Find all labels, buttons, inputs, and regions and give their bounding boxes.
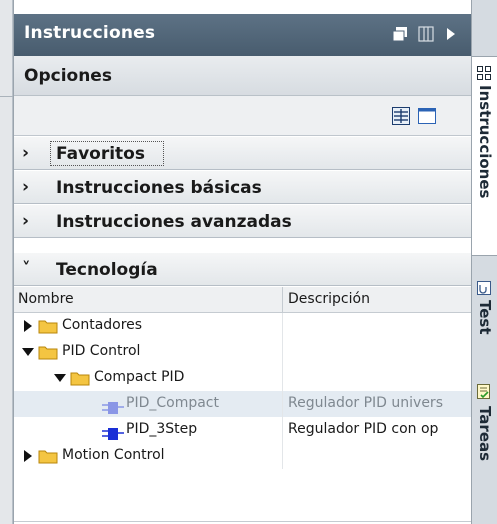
column-separator (282, 391, 283, 417)
list-bottom-divider (14, 521, 472, 522)
options-toolbar (14, 96, 472, 136)
collapse-panel-icon[interactable] (444, 26, 458, 46)
options-label: Opciones (24, 66, 112, 86)
row-description: Regulador PID univers (288, 395, 443, 411)
column-header-name[interactable]: Nombre (18, 291, 74, 307)
chevron-down-icon: ˅ (22, 259, 31, 279)
instructions-panel: Instrucciones Opciones › Favoritos › Ins… (13, 0, 472, 524)
tree-row-pid-3step[interactable]: PID_3Step Regulador PID con op (14, 417, 472, 443)
accordion-label: Instrucciones básicas (56, 178, 262, 198)
folder-icon (38, 318, 58, 334)
accordion-label: Instrucciones avanzadas (56, 212, 292, 232)
column-separator[interactable] (282, 287, 283, 313)
instruction-block-icon (102, 399, 124, 418)
panel-titlebar: Instrucciones (14, 14, 472, 56)
instruction-block-icon (102, 425, 124, 444)
accordion-favoritos[interactable]: › Favoritos (14, 137, 472, 170)
row-name: Motion Control (62, 447, 165, 463)
accordion-instrucciones-basicas[interactable]: › Instrucciones básicas (14, 171, 472, 204)
tree-row-contadores[interactable]: Contadores (14, 313, 472, 339)
expand-arrow-icon[interactable] (24, 320, 32, 332)
side-tab-label: Tareas (476, 406, 494, 462)
chevron-right-icon: › (22, 177, 30, 197)
gutter-divider (0, 96, 13, 97)
tree-row-compact-pid[interactable]: Compact PID (14, 365, 472, 391)
chevron-right-icon: › (22, 211, 30, 231)
float-window-icon[interactable] (392, 26, 408, 46)
columns-view-icon[interactable] (392, 107, 410, 125)
tasks-icon (477, 384, 491, 404)
options-section-header[interactable]: Opciones (14, 56, 472, 96)
row-name: PID_3Step (126, 421, 198, 437)
collapse-arrow-icon[interactable] (22, 348, 34, 356)
row-name: PID_Compact (126, 395, 219, 411)
accordion-instrucciones-avanzadas[interactable]: › Instrucciones avanzadas (14, 205, 472, 238)
folder-icon (70, 370, 90, 386)
grid-icon (477, 65, 491, 84)
test-icon (477, 280, 491, 299)
folder-icon (38, 344, 58, 360)
column-separator (282, 443, 283, 469)
side-tab-tareas[interactable]: Tareas (472, 380, 497, 500)
chevron-right-icon: › (22, 143, 30, 163)
column-separator (282, 365, 283, 391)
column-header-description[interactable]: Descripción (288, 291, 370, 307)
row-name: PID Control (62, 343, 141, 359)
side-tab-test[interactable]: Test (472, 276, 497, 354)
left-gutter (0, 0, 13, 524)
panel-title: Instrucciones (24, 23, 156, 43)
side-tab-instrucciones[interactable]: Instrucciones (472, 56, 497, 256)
folder-icon (38, 448, 58, 464)
side-tab-label: Test (476, 300, 494, 335)
tree-row-pid-compact[interactable]: PID_Compact Regulador PID univers (14, 391, 472, 417)
row-description: Regulador PID con op (288, 421, 439, 437)
side-tab-strip: Instrucciones Test Tareas (471, 0, 497, 524)
side-tab-label: Instrucciones (476, 85, 494, 199)
split-view-icon[interactable] (418, 26, 434, 46)
table-header: Nombre Descripción (14, 287, 472, 313)
column-separator (282, 313, 283, 339)
accordion-label: Favoritos (56, 144, 145, 164)
column-separator (282, 339, 283, 365)
collapse-arrow-icon[interactable] (54, 374, 66, 382)
window-view-icon[interactable] (418, 107, 436, 125)
tree-row-pid-control[interactable]: PID Control (14, 339, 472, 365)
accordion-tecnologia[interactable]: ˅ Tecnología (14, 253, 472, 286)
tree-row-motion-control[interactable]: Motion Control (14, 443, 472, 469)
expand-arrow-icon[interactable] (24, 450, 32, 462)
row-name: Contadores (62, 317, 143, 333)
row-name: Compact PID (94, 369, 185, 385)
accordion-label: Tecnología (56, 260, 158, 280)
column-separator (282, 417, 283, 443)
